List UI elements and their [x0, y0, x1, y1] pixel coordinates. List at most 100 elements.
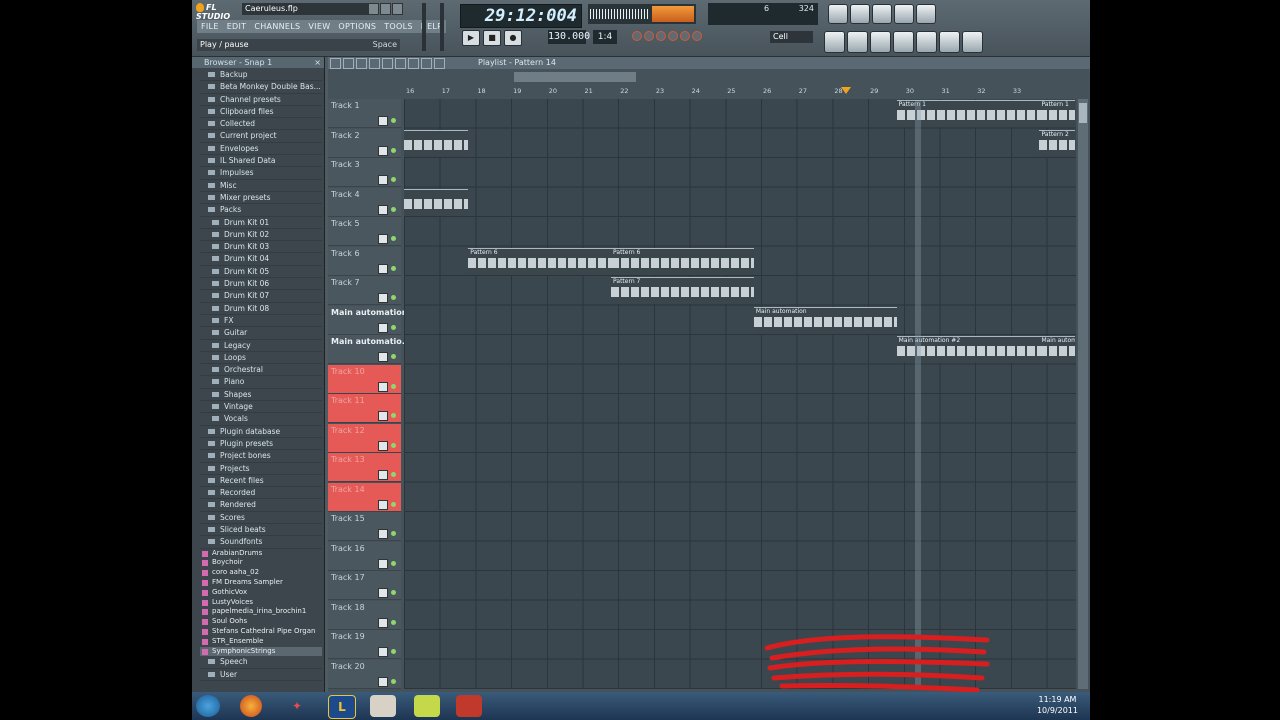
slice-tool-icon[interactable]: [395, 58, 406, 69]
browser-window-icon[interactable]: [894, 4, 914, 24]
pattern-clip[interactable]: Main autom: [1039, 336, 1076, 363]
track-mute-button[interactable]: [378, 676, 388, 687]
track-header[interactable]: Track 20: [328, 659, 401, 689]
track-mute-button[interactable]: [378, 411, 388, 421]
track-header[interactable]: Track 11: [328, 394, 401, 423]
scroll-thumb[interactable]: [1079, 103, 1087, 123]
app-star-icon[interactable]: ✦: [284, 695, 310, 717]
track-led-icon[interactable]: [391, 324, 396, 330]
pattern-clip[interactable]: Main automation: [753, 306, 897, 334]
track-led-icon[interactable]: [391, 413, 396, 418]
track-header[interactable]: Track 7: [328, 276, 401, 305]
browser-folder[interactable]: Drum Kit 05: [200, 266, 322, 279]
play-button[interactable]: ▶: [462, 30, 480, 46]
menu-file[interactable]: FILE: [197, 20, 223, 33]
track-mute-button[interactable]: [378, 440, 388, 451]
track-led-icon[interactable]: [391, 118, 396, 123]
master-volume-slider[interactable]: [422, 3, 426, 51]
track-mute-button[interactable]: [378, 558, 388, 569]
track-mute-button[interactable]: [378, 499, 388, 510]
vertical-scrollbar[interactable]: [1078, 99, 1088, 689]
pattern-number[interactable]: 1:4: [593, 30, 617, 44]
browser-folder[interactable]: Drum Kit 06: [200, 278, 322, 291]
sticky-notes-icon[interactable]: [414, 695, 440, 717]
browser-folder[interactable]: Current project: [200, 130, 322, 143]
track-led-icon[interactable]: [391, 531, 396, 536]
browser-folder[interactable]: Misc: [200, 180, 322, 192]
track-header[interactable]: Track 1: [328, 99, 401, 128]
track-mute-button[interactable]: [378, 470, 388, 480]
browser-folder[interactable]: Legacy: [200, 340, 322, 352]
track-header[interactable]: Main automation: [328, 305, 408, 335]
track-led-icon[interactable]: [391, 147, 396, 153]
track-mute-button[interactable]: [378, 647, 388, 657]
track-header[interactable]: Track 19: [328, 630, 401, 659]
windows-start-icon[interactable]: [196, 695, 220, 717]
browser-folder[interactable]: Recorded: [200, 487, 322, 500]
track-header[interactable]: Track 13: [328, 453, 401, 482]
track-header[interactable]: Track 4: [328, 187, 401, 217]
browser-folder[interactable]: User: [200, 669, 322, 681]
delete-tool-icon[interactable]: [356, 58, 367, 69]
browser-file[interactable]: Soul Oohs: [200, 617, 322, 627]
track-header[interactable]: Track 10: [328, 364, 401, 394]
browser-folder[interactable]: Drum Kit 07: [200, 290, 322, 303]
browser-file[interactable]: Boychoir: [200, 558, 322, 568]
zoom-tool-icon[interactable]: [421, 58, 432, 69]
pattern-clip[interactable]: Pattern 6: [468, 247, 612, 275]
browser-folder[interactable]: Piano: [200, 376, 322, 389]
close-button[interactable]: [392, 3, 403, 15]
system-clock[interactable]: 11:19 AM 10/9/2011: [1037, 694, 1078, 716]
menu-view[interactable]: VIEW: [304, 20, 334, 33]
browser-file[interactable]: FM Dreams Sampler: [200, 578, 322, 588]
browser-folder[interactable]: Mixer presets: [200, 192, 322, 205]
paint-tool-icon[interactable]: [343, 58, 354, 69]
browser-file[interactable]: SymphonicStrings: [200, 646, 322, 657]
track-header[interactable]: Track 6: [328, 246, 401, 276]
menu-edit[interactable]: EDIT: [223, 20, 251, 33]
browser-folder[interactable]: Impulses: [200, 167, 322, 180]
track-mute-button[interactable]: [378, 263, 388, 274]
track-header[interactable]: Track 12: [328, 423, 401, 453]
plugin-icon[interactable]: [893, 31, 914, 53]
horizontal-scrollbar[interactable]: [514, 72, 636, 82]
browser-folder[interactable]: FX: [200, 315, 322, 328]
minimize-button[interactable]: [368, 3, 379, 15]
track-mute-button[interactable]: [378, 381, 388, 392]
save-icon[interactable]: [847, 31, 868, 53]
step-sequencer-icon[interactable]: [850, 4, 870, 24]
track-led-icon[interactable]: [391, 472, 396, 477]
recorder-icon[interactable]: [916, 31, 937, 53]
playback-tool-icon[interactable]: [434, 58, 445, 69]
stop-button[interactable]: ■: [483, 30, 501, 46]
maximize-button[interactable]: [380, 3, 391, 15]
track-led-icon[interactable]: [391, 206, 396, 212]
browser-folder[interactable]: Recent files: [200, 475, 322, 488]
slip-tool-icon[interactable]: [382, 58, 393, 69]
mute-tool-icon[interactable]: [369, 58, 380, 69]
track-led-icon[interactable]: [391, 590, 396, 595]
pattern-clip[interactable]: Pattern 1: [1039, 100, 1076, 127]
track-led-icon[interactable]: [391, 177, 396, 182]
browser-folder[interactable]: Drum Kit 02: [200, 229, 322, 242]
browser-file[interactable]: ArabianDrums: [200, 549, 322, 559]
fl-studio-task-icon[interactable]: [456, 695, 482, 717]
blend-toggle[interactable]: [680, 31, 690, 41]
browser-file[interactable]: LustyVoices: [200, 598, 322, 608]
countdown-toggle[interactable]: [656, 31, 666, 41]
select-tool-icon[interactable]: [408, 58, 419, 69]
browser-folder[interactable]: Plugin database: [200, 426, 322, 438]
track-header[interactable]: Main automatio...: [328, 335, 411, 364]
browser-folder[interactable]: Speech: [200, 656, 322, 669]
track-mute-button[interactable]: [378, 322, 388, 333]
playlist-grid[interactable]: Pattern 6 Pattern 6 Pattern 7 Main automati…: [404, 99, 1076, 689]
pattern-clip[interactable]: [404, 188, 469, 216]
browser-folder[interactable]: Collected: [200, 118, 322, 131]
browser-file[interactable]: STR_Ensemble: [200, 637, 322, 647]
browser-folder[interactable]: IL Shared Data: [200, 155, 322, 168]
track-led-icon[interactable]: [391, 383, 396, 389]
browser-folder[interactable]: Drum Kit 04: [200, 253, 322, 266]
track-led-icon[interactable]: [391, 619, 396, 625]
browser-file[interactable]: Stefans Cathedral Pipe Organ: [200, 627, 322, 637]
typing-keyboard-toggle[interactable]: [692, 31, 702, 41]
